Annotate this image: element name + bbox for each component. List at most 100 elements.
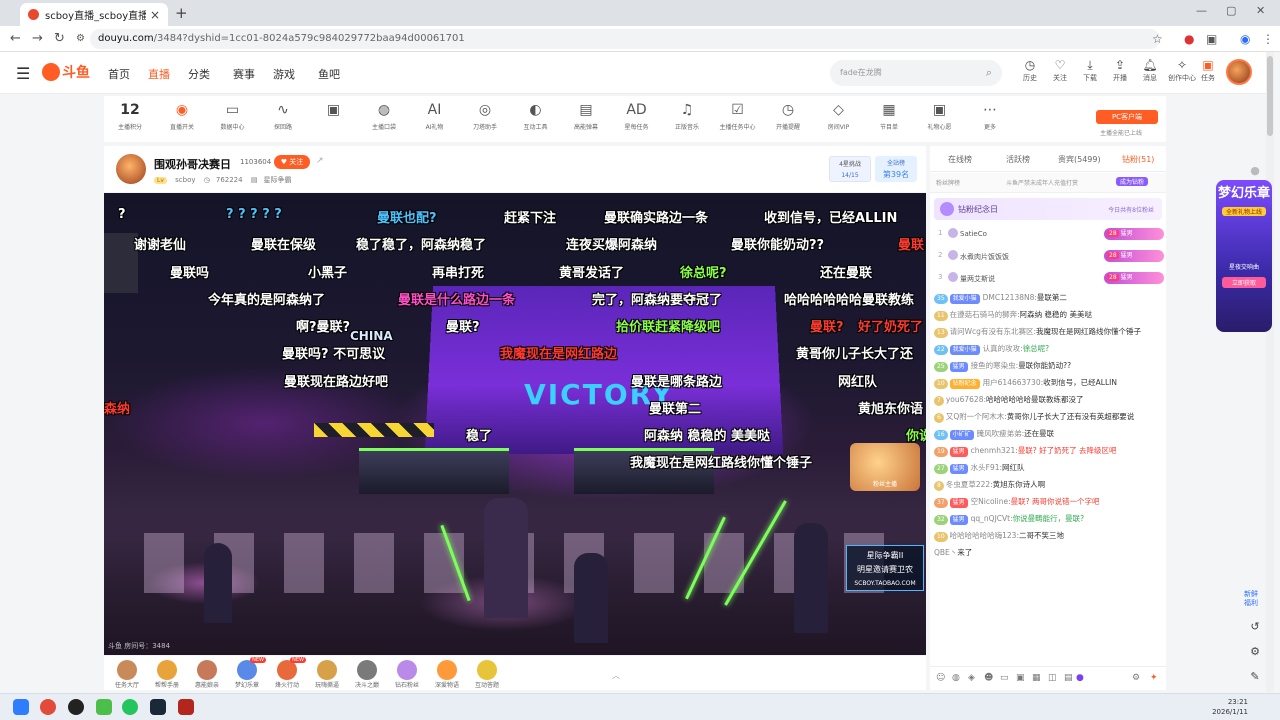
minimize-icon[interactable]: — (1196, 4, 1207, 17)
chat-username[interactable]: QBE丶 (934, 548, 957, 557)
chat-message[interactable]: 8 冬虫夏草222:黄旭东你诗人啊 (934, 479, 1162, 491)
dota-helper-button[interactable]: ◎ 刀塔助手 (465, 102, 505, 131)
nav-category[interactable]: 分类 (188, 66, 210, 82)
gift-tool-button[interactable]: ▣ (314, 102, 354, 122)
download-button[interactable]: ⤓ 下载 (1076, 58, 1104, 83)
fans-icon[interactable]: ◈ (968, 673, 975, 683)
smile-icon[interactable]: ☻ (984, 673, 993, 683)
chat-message[interactable]: QBE丶来了 (934, 547, 1162, 559)
nav-live[interactable]: 直播 (148, 66, 170, 82)
follow-list-button[interactable]: ♡ 关注 (1046, 58, 1074, 83)
anchor-score[interactable]: 12 主播积分 (110, 102, 150, 132)
tab-vip[interactable]: 贵宾(5499) (1058, 154, 1101, 165)
gift-item[interactable]: NEW 梦幻乐章 (230, 657, 266, 689)
tab-close-icon[interactable]: × (150, 8, 160, 22)
chat-message[interactable]: 25 猛男 接鱼的寒染虫:曼联你能奶动?? (934, 360, 1162, 372)
gift-item[interactable]: 惠能娘亲 (190, 660, 224, 689)
star-task-button[interactable]: AD 星每任务 (617, 102, 657, 131)
diamond-day-banner[interactable]: 钻粉纪念日 今日共有8位粉丝 (934, 198, 1162, 220)
gift-item[interactable]: 决斗之巅 (350, 660, 384, 689)
gift-bar-expand-icon[interactable]: ︿ (612, 670, 620, 681)
profile-icon[interactable]: ◉ (1240, 32, 1250, 46)
chat-message[interactable]: 13 请问Wcg有没有东北赛区:我魔现在是网红路线你懂个锤子 (934, 326, 1162, 338)
diamond-fan-row[interactable]: 3 量两艾斯说 28 猛男 (934, 268, 1164, 290)
side-history-icon[interactable]: ↺ (1248, 620, 1262, 633)
chat-message[interactable]: 19 猛男 chenmh321:曼联? 好了奶死了 去降级区吧 (934, 445, 1162, 457)
settings-icon[interactable]: ⚙ (1132, 673, 1140, 683)
messages-button[interactable]: 🔔︎ 消息 (1136, 58, 1164, 83)
gift-item[interactable]: 钻石粉丝 (390, 660, 424, 689)
side-settings-icon[interactable]: ⚙ (1248, 645, 1262, 658)
gift-item[interactable]: NEW 烽火行动 (270, 657, 306, 689)
gift-item[interactable]: 玩嗨撕逼 (310, 660, 344, 689)
chat-message[interactable]: 35 我爱小猫 DMC12138N8:曼联第二 (934, 292, 1162, 304)
app-icon[interactable] (68, 699, 84, 715)
rank-box[interactable]: 全站榜 第39名 (875, 156, 917, 182)
dream-music-ad[interactable]: 梦幻乐章 全新礼物上线 星夜交响曲 立即获取 (1216, 180, 1272, 332)
search-input[interactable]: fade在龙腾 ⌕ (830, 60, 1002, 86)
chat-message[interactable]: 32 猛男 qq_nQJCVt:你说曼畴能行，曼联? (934, 513, 1162, 525)
chat-username[interactable]: 冬虫夏草222: (946, 480, 993, 489)
chat-username[interactable]: DMC12138N8: (983, 293, 1037, 302)
fan-badge-label[interactable]: 粉丝牌榜 (936, 178, 960, 187)
chat-username[interactable]: 哈哈哈哈哈哈嗨123: (950, 531, 1019, 540)
tab-search-icon[interactable]: ▣ (1206, 32, 1217, 46)
planet-icon[interactable]: ● (1076, 673, 1084, 683)
ad-button[interactable]: 立即获取 (1222, 277, 1266, 288)
diamond-fan-row[interactable]: 1 SatieCo 28 猛男 (934, 224, 1164, 246)
interact-tool-button[interactable]: ◐ 互动工具 (516, 102, 556, 131)
chat-message[interactable]: 10 哈哈哈哈哈哈嗨123:二哥不笑三地 (934, 530, 1162, 542)
image-icon[interactable]: ▦ (1032, 673, 1041, 683)
nav-events[interactable]: 赛事 (233, 66, 255, 82)
search-icon[interactable]: ⌕ (986, 60, 992, 86)
tab-online-rank[interactable]: 在线榜 (948, 154, 972, 165)
start-stream-button[interactable]: ⇪ 开播 (1106, 58, 1134, 83)
diamond-fan-row[interactable]: 2 水煮肉片饭饭饭 28 猛男 (934, 246, 1164, 268)
streamer-avatar[interactable] (116, 154, 146, 184)
chat-username[interactable]: chenmh321: (971, 446, 1018, 455)
site-info-icon[interactable]: ⚙ (76, 33, 85, 44)
gift-icon[interactable]: ▣ (1016, 673, 1025, 683)
page-scrollbar[interactable] (1266, 52, 1274, 692)
room-category[interactable]: 星际争霸 (263, 176, 291, 184)
chat-username[interactable]: 用户614663730: (983, 378, 1043, 387)
history-button[interactable]: ◷ 历史 (1016, 58, 1044, 83)
chrome-icon[interactable] (40, 699, 56, 715)
danmaku-tool-button[interactable]: ▤ 高能弹幕 (566, 102, 606, 131)
sticker-icon[interactable]: ◍ (952, 673, 960, 683)
vip-tool-button[interactable]: ◇ 房间VIP (819, 102, 859, 131)
pc-client-button[interactable]: PC客户端 (1096, 110, 1158, 124)
tab-active-rank[interactable]: 活跃榜 (1006, 154, 1030, 165)
gift-item[interactable]: 帮帮手册 (150, 660, 184, 689)
path-tool-button[interactable]: ∿ 探回路 (263, 102, 303, 131)
mission-box[interactable]: 4星挑战 14/15 (829, 156, 871, 182)
nav-home[interactable]: 首页 (108, 66, 130, 82)
music-tool-button[interactable]: ♫ 正版音乐 (667, 102, 707, 131)
reload-icon[interactable]: ↻ (54, 31, 65, 46)
nvidia-icon[interactable] (96, 699, 112, 715)
maximize-icon[interactable]: ▢ (1226, 4, 1236, 17)
streamer-name[interactable]: scboy (175, 176, 195, 184)
data-center-button[interactable]: ▭ 数据中心 (213, 102, 253, 131)
wechat-icon[interactable] (122, 699, 138, 715)
side-collapse-icon[interactable]: ● (1248, 164, 1262, 177)
become-diamond-fan-button[interactable]: 成为钻粉 (1116, 177, 1149, 186)
chat-username[interactable]: 认真的攻攻: (983, 344, 1023, 353)
browser-tab[interactable]: scboy直播_scboy直播_scboy直播 × (20, 3, 168, 26)
dota-icon[interactable] (178, 699, 194, 715)
window-close-icon[interactable]: ✕ (1256, 4, 1265, 17)
chat-message[interactable]: 10 钻粉纪念 用户614663730:收到信号，已经ALLIN (934, 377, 1162, 389)
tasks-button[interactable]: ▣ 任务 (1194, 58, 1222, 83)
share-icon[interactable]: ↗ (316, 156, 324, 166)
chat-message[interactable]: 16 小矿矿 腌风吹瘦弟弟:还在曼联 (934, 428, 1162, 440)
chat-username[interactable]: 接鱼的寒染虫: (971, 361, 1019, 370)
gift-item[interactable]: 互动答题 (470, 660, 504, 689)
ai-gift-button[interactable]: AI AI礼物 (415, 102, 455, 131)
browser-menu-icon[interactable]: ⋮ (1262, 32, 1274, 46)
reminder-tool-button[interactable]: ◷ 开播提醒 (768, 102, 808, 131)
chat-username[interactable]: you67628: (946, 395, 986, 404)
barrage-icon[interactable]: ▭ (1000, 673, 1009, 683)
chat-message[interactable]: 7 you67628:哈哈哈哈哈哈曼联教练都没了 (934, 394, 1162, 406)
url-input[interactable]: douyu.com/3484?dyshid=1cc01-8024a579c984… (90, 29, 1160, 49)
hamburger-menu-icon[interactable]: ☰ (16, 64, 30, 83)
